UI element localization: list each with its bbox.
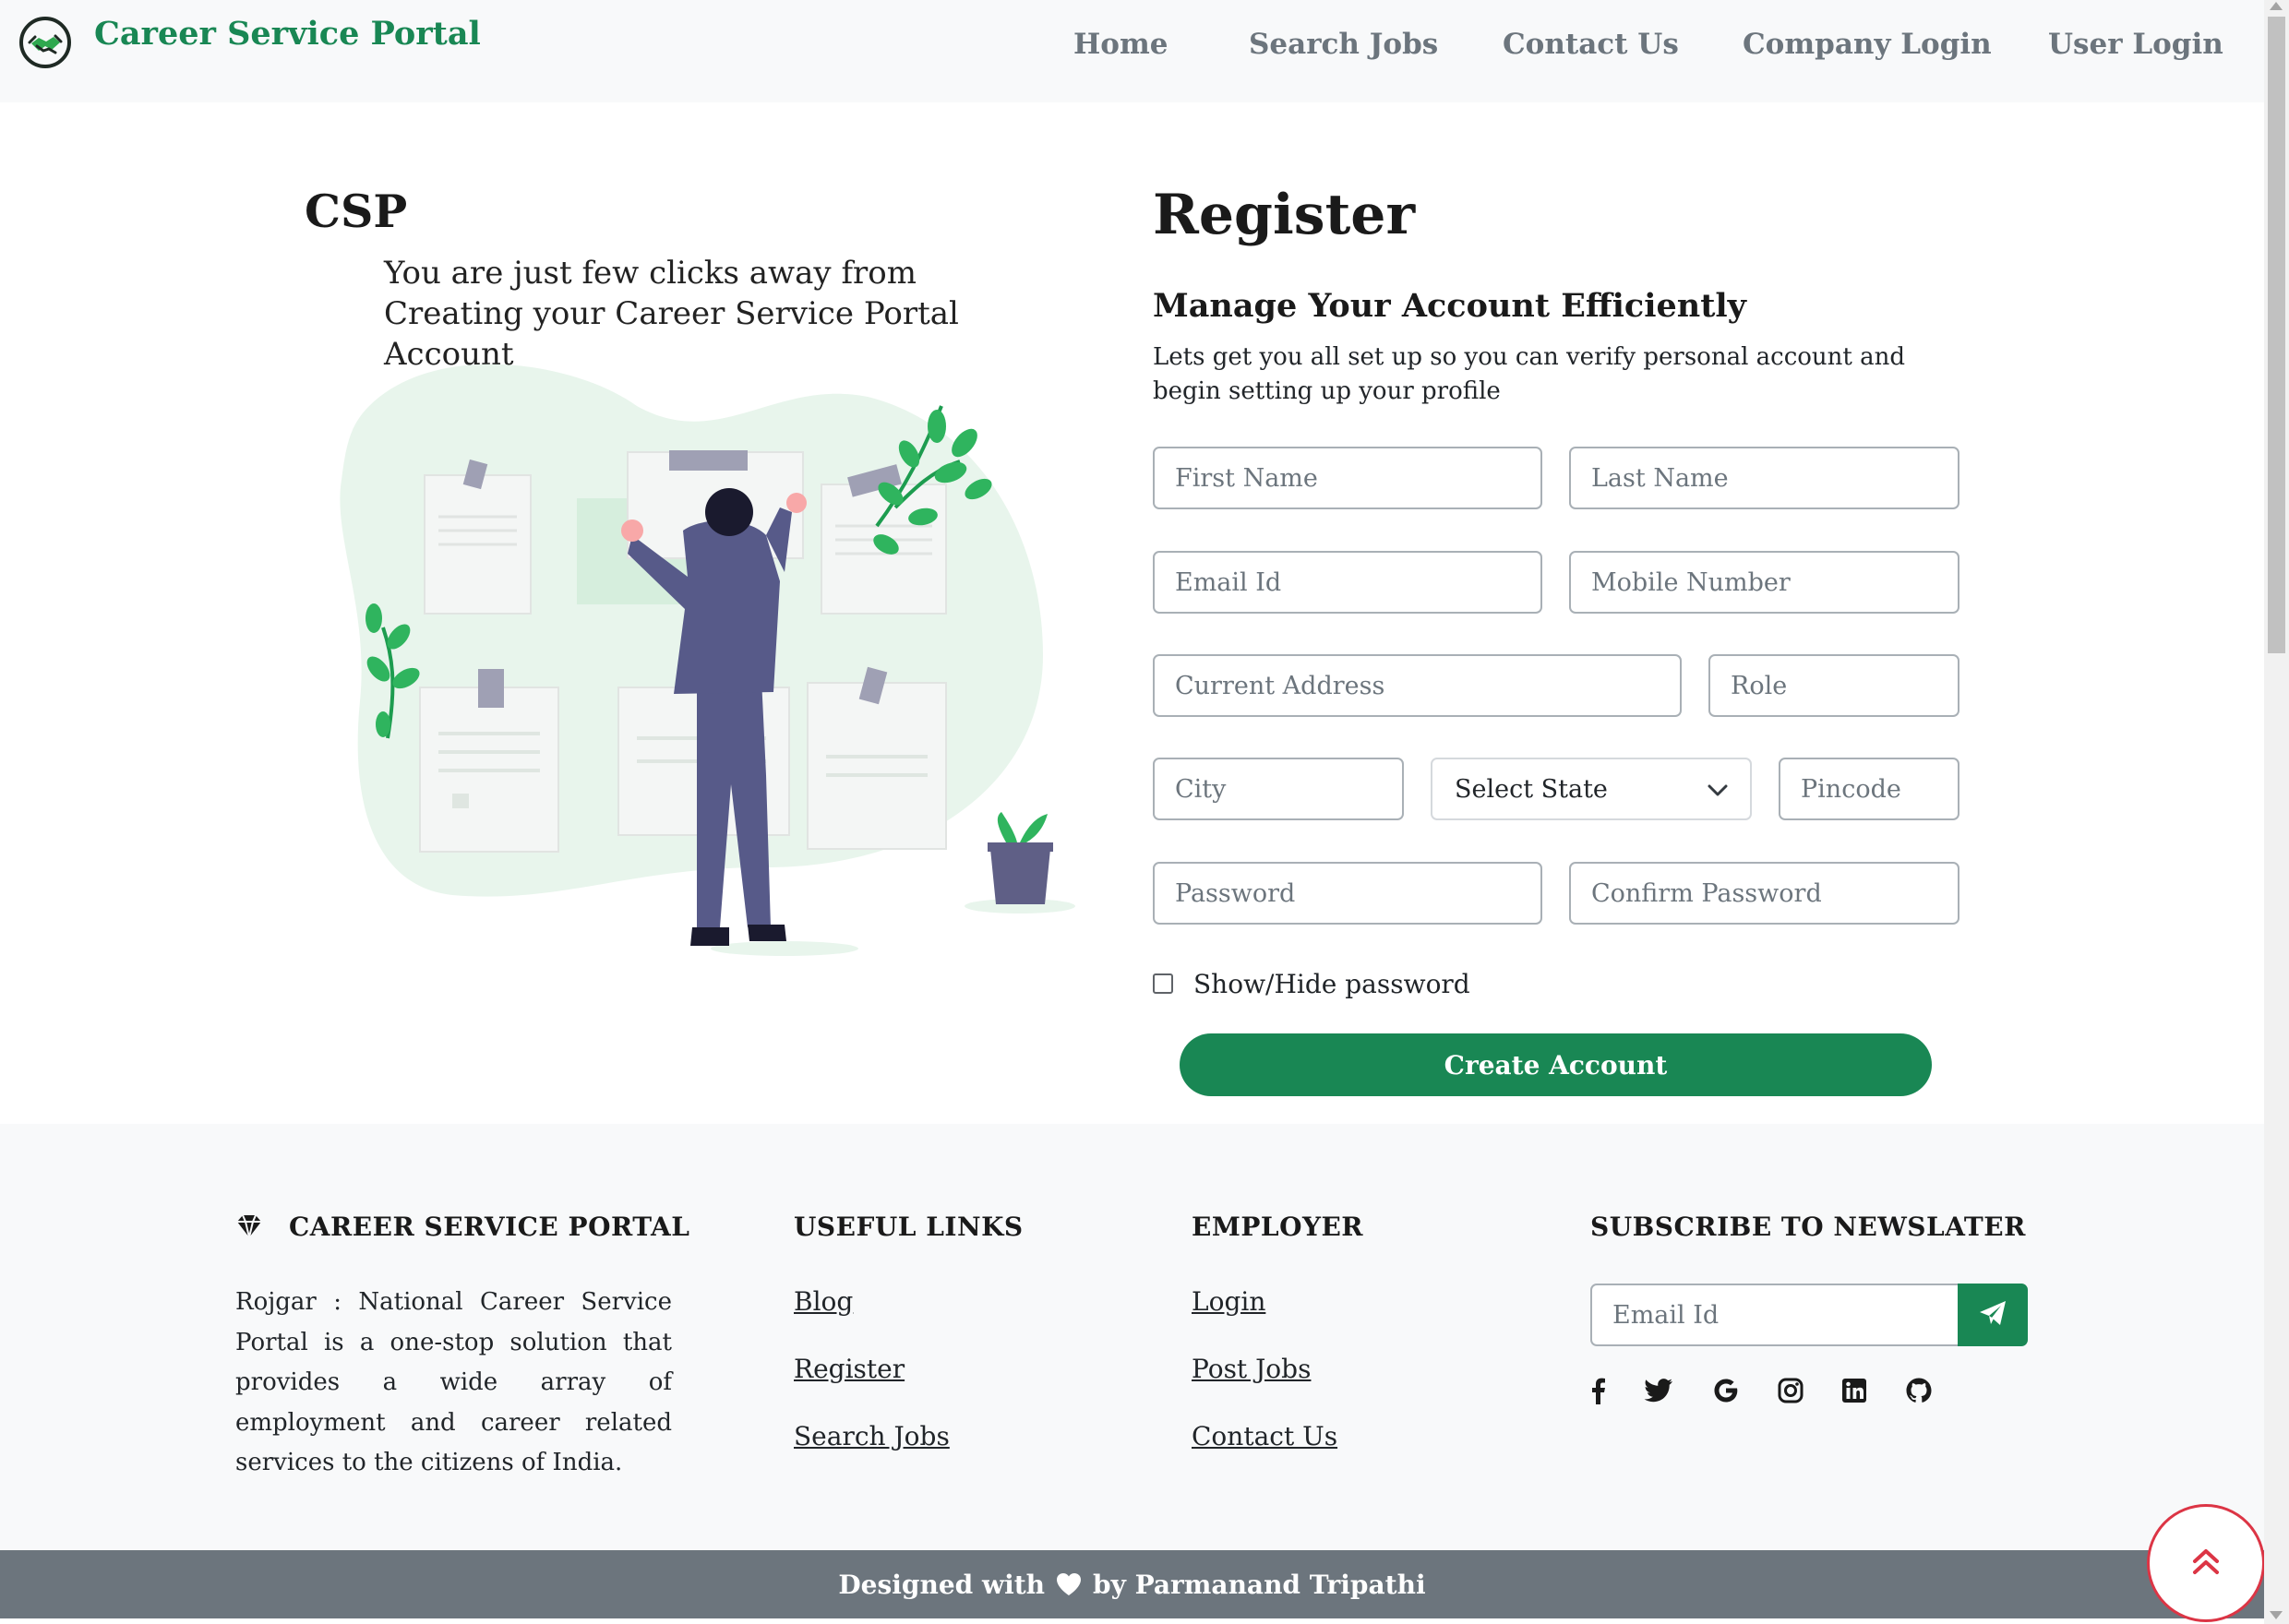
paper-plane-icon	[1979, 1300, 2007, 1330]
github-icon[interactable]	[1903, 1375, 1935, 1406]
nav-link-company-login[interactable]: Company Login	[1743, 28, 1992, 61]
pincode-input[interactable]	[1779, 758, 1959, 820]
show-password-label[interactable]: Show/Hide password	[1193, 969, 1470, 999]
nav-link-user-login[interactable]: User Login	[2048, 28, 2223, 61]
register-description: Lets get you all set up so you can verif…	[1153, 343, 1906, 405]
city-input[interactable]	[1153, 758, 1404, 820]
current-address-input[interactable]	[1153, 654, 1682, 717]
nav-link-contact-us[interactable]: Contact Us	[1503, 28, 1679, 61]
back-to-top-button[interactable]	[2147, 1504, 2265, 1622]
linkedin-icon[interactable]	[1839, 1375, 1870, 1406]
double-chevron-up-icon	[2189, 1545, 2223, 1582]
footer-link-blog[interactable]: Blog	[794, 1286, 853, 1317]
credits-prefix: Designed with	[838, 1569, 1045, 1600]
footer-link-post-jobs[interactable]: Post Jobs	[1192, 1354, 1311, 1384]
state-select-value: Select State	[1455, 774, 1608, 804]
heart-icon	[1056, 1572, 1082, 1596]
newsletter-email-input[interactable]	[1590, 1284, 1959, 1346]
handshake-icon[interactable]	[18, 16, 72, 69]
nav-link-search-jobs[interactable]: Search Jobs	[1249, 28, 1438, 61]
facebook-icon[interactable]	[1582, 1375, 1613, 1406]
footer-link-contact-us[interactable]: Contact Us	[1192, 1421, 1337, 1451]
hero-title: CSP	[305, 185, 408, 238]
footer-about-text: Rojgar : National Career Service Portal …	[235, 1288, 672, 1476]
brand-name[interactable]: Career Service Portal	[94, 15, 481, 53]
password-input[interactable]	[1153, 862, 1542, 925]
man-arranging-documents-illustration	[332, 351, 1080, 960]
credits-suffix: by Parmanand Tripathi	[1093, 1569, 1426, 1600]
show-password-checkbox[interactable]	[1153, 973, 1173, 994]
confirm-password-input[interactable]	[1569, 862, 1959, 925]
scroll-up-arrow-icon[interactable]	[2270, 2, 2283, 10]
scrollbar-thumb[interactable]	[2268, 17, 2285, 653]
role-input[interactable]	[1708, 654, 1959, 717]
mobile-number-input[interactable]	[1569, 551, 1959, 614]
create-account-button[interactable]: Create Account	[1180, 1033, 1932, 1096]
nav-link-home[interactable]: Home	[1073, 28, 1168, 61]
twitter-icon[interactable]	[1643, 1375, 1674, 1406]
state-select[interactable]: Select State	[1431, 758, 1752, 820]
credits-bar: Designed with by Parmanand Tripathi	[0, 1550, 2264, 1618]
last-name-input[interactable]	[1569, 447, 1959, 509]
gem-icon	[235, 1214, 263, 1242]
first-name-input[interactable]	[1153, 447, 1542, 509]
register-title: Register	[1153, 183, 1416, 247]
instagram-icon[interactable]	[1775, 1375, 1806, 1406]
newsletter-submit-button[interactable]	[1958, 1284, 2028, 1346]
footer-link-login[interactable]: Login	[1192, 1286, 1265, 1317]
footer-useful-links-heading: USEFUL LINKS	[794, 1212, 1024, 1242]
email-input[interactable]	[1153, 551, 1542, 614]
footer-link-search-jobs[interactable]: Search Jobs	[794, 1421, 950, 1451]
scroll-down-arrow-icon[interactable]	[2270, 1611, 2283, 1619]
footer-employer-heading: EMPLOYER	[1192, 1212, 1364, 1242]
footer-link-register[interactable]: Register	[794, 1354, 905, 1384]
chevron-down-icon	[1708, 775, 1728, 804]
footer-about-heading: CAREER SERVICE PORTAL	[289, 1212, 690, 1242]
footer-newsletter-heading: SUBSCRIBE TO NEWSLATER	[1590, 1212, 2026, 1242]
register-subtitle: Manage Your Account Efficiently	[1153, 287, 1747, 325]
google-icon[interactable]	[1710, 1375, 1742, 1406]
